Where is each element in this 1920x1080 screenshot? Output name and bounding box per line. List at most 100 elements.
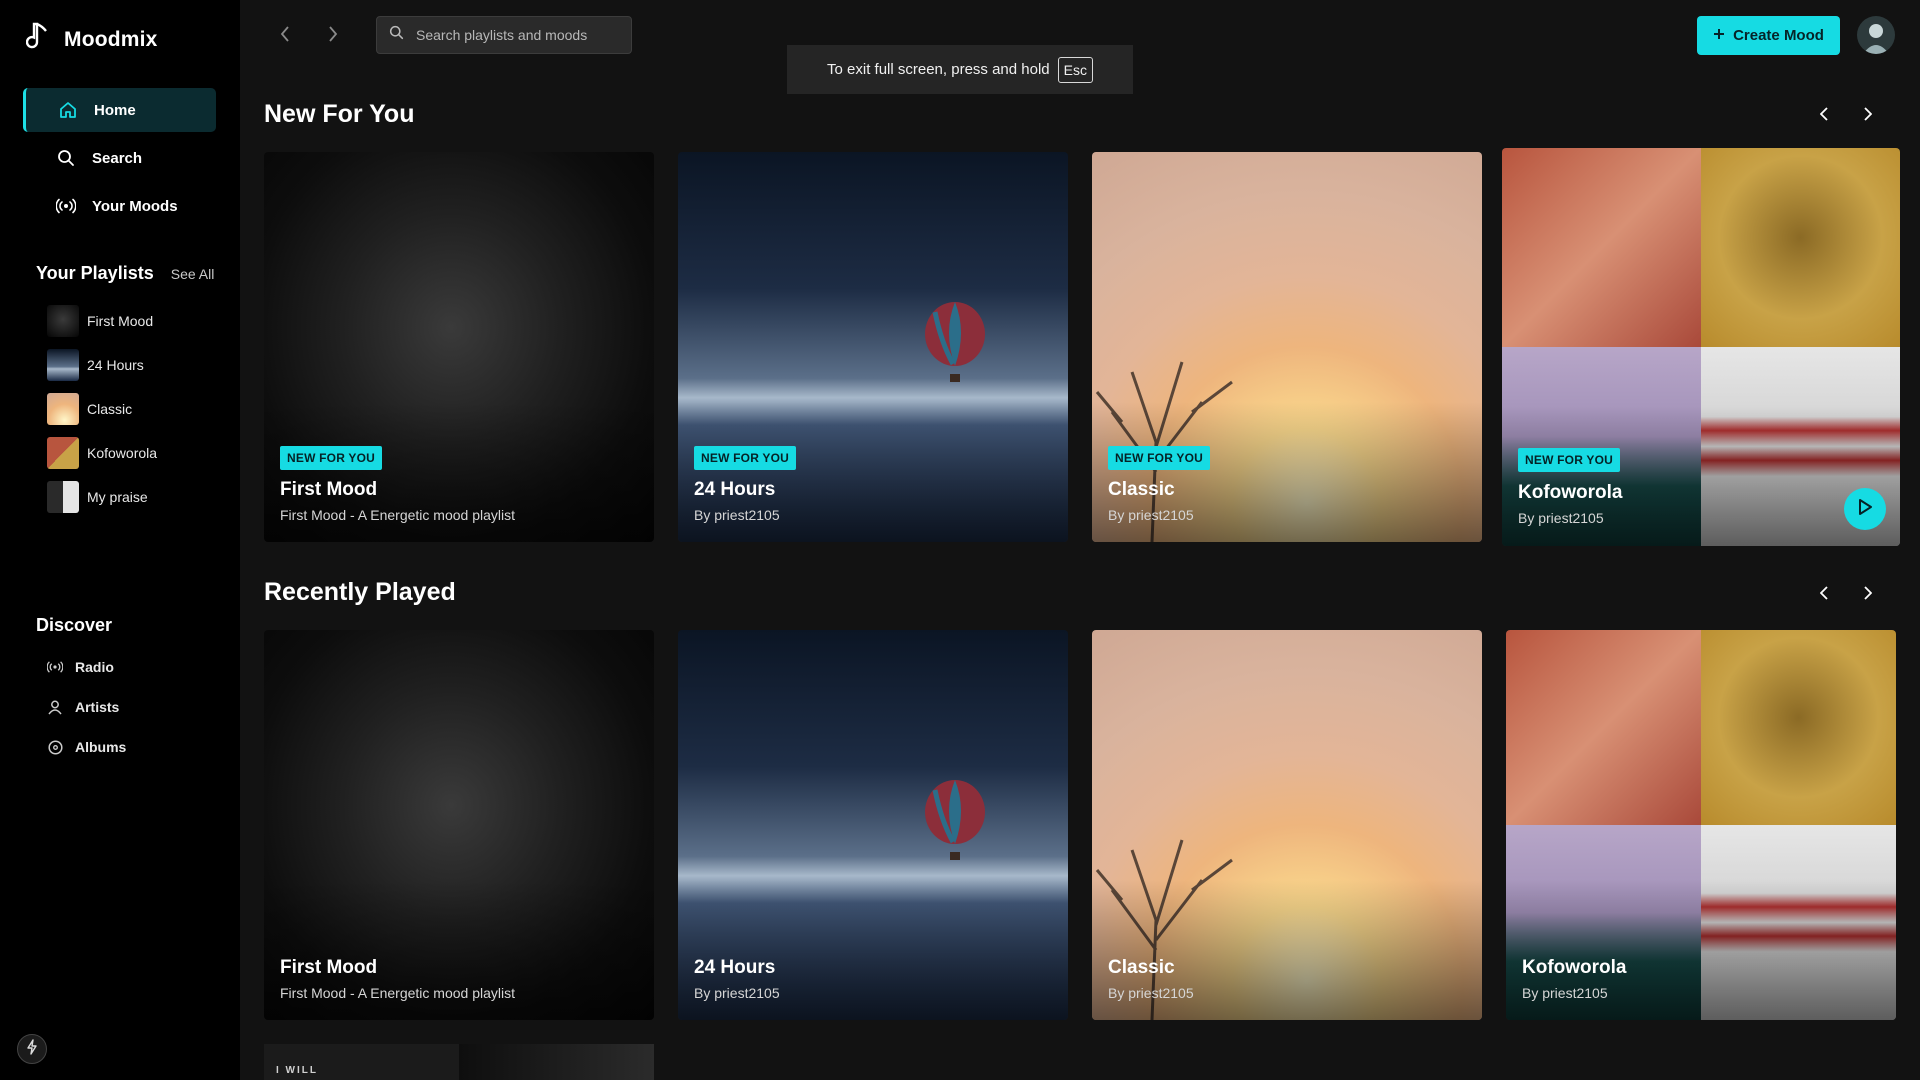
carousel-arrows [1819, 107, 1873, 126]
esc-key: Esc [1057, 56, 1093, 83]
chevron-right-icon [328, 25, 338, 47]
playlist-label: Kofoworola [87, 445, 158, 461]
back-button[interactable] [276, 24, 294, 48]
chevron-left-icon [280, 25, 290, 47]
nav-item-home[interactable]: Home [23, 88, 216, 132]
lightning-icon [26, 1038, 38, 1060]
your-playlists-title: Your Playlists [36, 263, 154, 283]
search-bar[interactable] [376, 16, 632, 54]
user-icon [47, 699, 63, 715]
recent-card-first-mood[interactable]: First Mood First Mood - A Energetic mood… [264, 630, 654, 1020]
playlist-card-24-hours[interactable]: NEW FOR YOU 24 Hours By priest2105 [678, 152, 1068, 542]
nav-item-search[interactable]: Search [23, 136, 216, 180]
album-art-tile [1701, 148, 1900, 347]
fullscreen-notice-text: To exit full screen, press and hold [827, 61, 1050, 78]
nav-item-label: Search [92, 149, 143, 167]
recent-card-24-hours[interactable]: 24 Hours By priest2105 [678, 630, 1068, 1020]
discover-label: Artists [75, 699, 120, 715]
balloon-artwork [925, 302, 985, 382]
bolt-button[interactable] [17, 1034, 47, 1064]
card-subtitle: First Mood - A Energetic mood playlist [280, 985, 515, 1001]
avatar-image [1863, 24, 1889, 54]
play-button[interactable] [1844, 488, 1886, 530]
card-title: 24 Hours [694, 957, 776, 978]
discover-list: Radio Artists Albums [47, 647, 126, 767]
discover-item-albums[interactable]: Albums [47, 727, 126, 767]
playlist-thumbnail [47, 437, 79, 469]
playlist-label: Classic [87, 401, 133, 417]
album-art-tile [459, 1044, 654, 1080]
playlist-list: First Mood 24 Hours Classic Kofoworola M… [47, 299, 157, 519]
sidebar-playlist-my-praise[interactable]: My praise [47, 475, 157, 519]
playlist-card-kofoworola[interactable]: NEW FOR YOU Kofoworola By priest2105 [1502, 148, 1900, 546]
nav-item-your-moods[interactable]: Your Moods [23, 184, 216, 228]
sidebar-playlist-first-mood[interactable]: First Mood [47, 299, 157, 343]
discover-heading: Discover [36, 615, 113, 635]
main-nav: Home Search Your Moods [23, 88, 216, 232]
section-title-recently-played: Recently Played [264, 578, 456, 606]
playlist-card-first-mood[interactable]: NEW FOR YOU First Mood First Mood - A En… [264, 152, 654, 542]
discover-item-artists[interactable]: Artists [47, 687, 126, 727]
discover-item-radio[interactable]: Radio [47, 647, 126, 687]
carousel-next-button[interactable] [1864, 107, 1873, 126]
music-note-icon [25, 22, 50, 57]
radio-waves-icon [56, 196, 76, 216]
card-subtitle: By priest2105 [1108, 985, 1194, 1001]
carousel-next-button[interactable] [1864, 586, 1873, 605]
search-icon [389, 25, 404, 45]
album-icon [47, 739, 63, 755]
card-title: First Mood [280, 957, 378, 978]
your-playlists-heading: Your Playlists See All [36, 263, 214, 284]
user-avatar[interactable] [1857, 16, 1895, 54]
sidebar-playlist-classic[interactable]: Classic [47, 387, 157, 431]
card-subtitle: By priest2105 [694, 985, 780, 1001]
playlist-thumbnail [47, 393, 79, 425]
album-art-tile [1502, 148, 1701, 347]
card-subtitle: First Mood - A Energetic mood playlist [280, 507, 515, 523]
discover-label: Albums [75, 739, 127, 755]
recent-card-kofoworola[interactable]: Kofoworola By priest2105 [1506, 630, 1896, 1020]
card-subtitle: By priest2105 [1518, 510, 1604, 526]
new-for-you-badge: NEW FOR YOU [694, 446, 796, 470]
next-row-card-peek[interactable]: I WILL [264, 1044, 654, 1080]
playlist-label: My praise [87, 489, 148, 505]
card-title: First Mood [280, 479, 378, 500]
radio-icon [47, 659, 63, 675]
create-mood-button[interactable]: Create Mood [1697, 16, 1840, 55]
plus-icon [1713, 27, 1725, 44]
recent-card-classic[interactable]: Classic By priest2105 [1092, 630, 1482, 1020]
card-title: Kofoworola [1518, 482, 1623, 503]
play-icon [1857, 498, 1873, 521]
discover-label: Radio [75, 659, 114, 675]
card-subtitle: By priest2105 [1522, 985, 1608, 1001]
playlist-card-classic[interactable]: NEW FOR YOU Classic By priest2105 [1092, 152, 1482, 542]
card-title: Classic [1108, 479, 1175, 500]
peek-card-text: I WILL [276, 1065, 318, 1076]
carousel-arrows [1819, 586, 1873, 605]
search-input[interactable] [414, 26, 618, 44]
sidebar-playlist-kofoworola[interactable]: Kofoworola [47, 431, 157, 475]
fullscreen-notice: To exit full screen, press and hold Esc [787, 45, 1133, 94]
playlist-thumbnail [47, 349, 79, 381]
app-name: Moodmix [64, 27, 158, 51]
carousel-prev-button[interactable] [1819, 586, 1828, 605]
playlist-thumbnail [47, 481, 79, 513]
new-for-you-badge: NEW FOR YOU [280, 446, 382, 470]
see-all-link[interactable]: See All [171, 266, 215, 282]
forward-button[interactable] [324, 24, 342, 48]
card-title: Kofoworola [1522, 957, 1627, 978]
balloon-artwork [925, 780, 985, 860]
playlist-thumbnail [47, 305, 79, 337]
sidebar: Moodmix Home Search Your Moods Your Play… [0, 0, 240, 1080]
sidebar-playlist-24-hours[interactable]: 24 Hours [47, 343, 157, 387]
nav-item-label: Home [94, 101, 136, 119]
carousel-prev-button[interactable] [1819, 107, 1828, 126]
create-mood-label: Create Mood [1733, 27, 1824, 44]
app-logo[interactable]: Moodmix [25, 22, 158, 57]
section-title-new-for-you: New For You [264, 100, 415, 128]
new-for-you-badge: NEW FOR YOU [1518, 448, 1620, 472]
new-for-you-badge: NEW FOR YOU [1108, 446, 1210, 470]
history-nav [276, 24, 342, 48]
card-title: Classic [1108, 957, 1175, 978]
card-subtitle: By priest2105 [1108, 507, 1194, 523]
